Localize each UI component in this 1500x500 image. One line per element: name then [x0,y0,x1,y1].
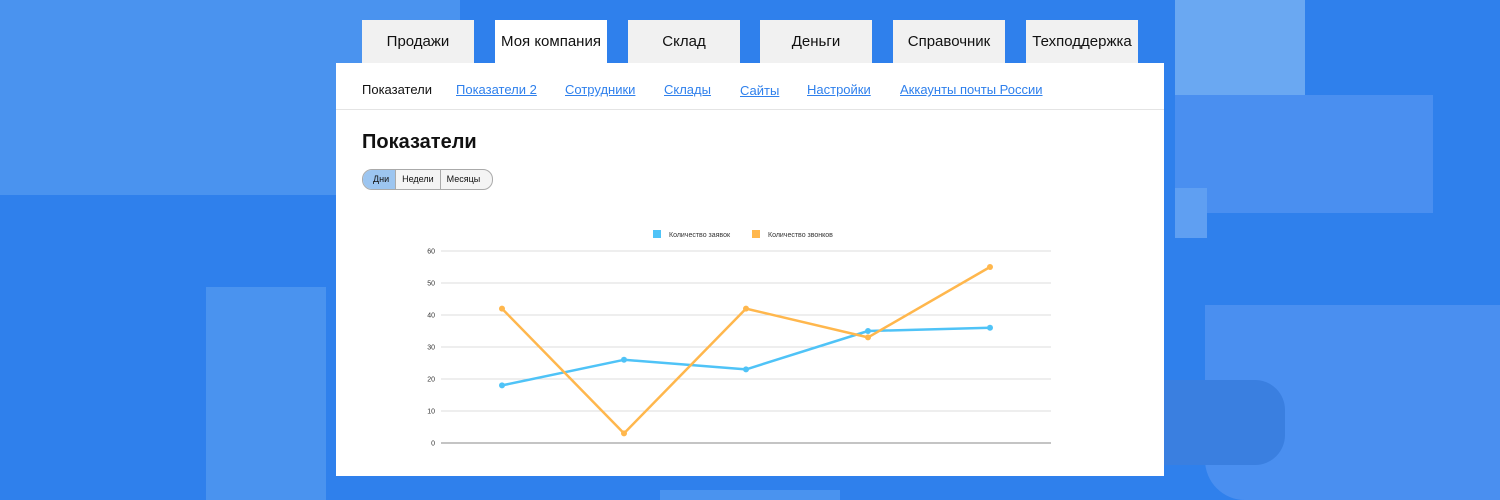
background-shape [1175,188,1207,238]
data-point [621,356,627,363]
tab-directory[interactable]: Справочник [893,20,1005,64]
background-shape [1175,0,1305,95]
data-point [499,382,505,389]
legend-label: Количество заявок [669,232,731,239]
data-point [621,430,627,437]
y-tick-label: 20 [427,377,435,384]
data-point [743,305,749,312]
content-panel: Показатели Показатели 2 Сотрудники Склад… [336,63,1164,476]
tab-sales[interactable]: Продажи [362,20,474,64]
y-tick-label: 40 [427,313,435,320]
tab-support[interactable]: Техподдержка [1026,20,1138,64]
y-tick-label: 10 [427,409,435,416]
background-shape [660,490,840,500]
tab-money[interactable]: Деньги [760,20,872,64]
y-tick-label: 30 [427,345,435,352]
background-shape [206,287,326,500]
data-point [499,305,505,312]
y-tick-label: 60 [427,249,435,256]
series-line [501,326,991,387]
tab-warehouse[interactable]: Склад [628,20,740,64]
background-shape [1160,380,1285,465]
data-point [865,334,871,341]
tab-my-company[interactable]: Моя компания [495,20,607,64]
data-point [743,366,749,373]
data-point [987,324,993,331]
legend-swatch [752,230,760,238]
legend-swatch [653,230,661,238]
legend-label: Количество звонков [768,232,833,239]
data-point [865,328,871,334]
y-tick-label: 0 [431,441,435,448]
data-point [987,264,993,270]
y-tick-label: 50 [427,281,435,288]
series-line [501,265,991,435]
background-shape [1175,95,1433,213]
line-chart: 0 10 20 30 40 50 60 Количество заявок Количество… [427,230,1051,448]
